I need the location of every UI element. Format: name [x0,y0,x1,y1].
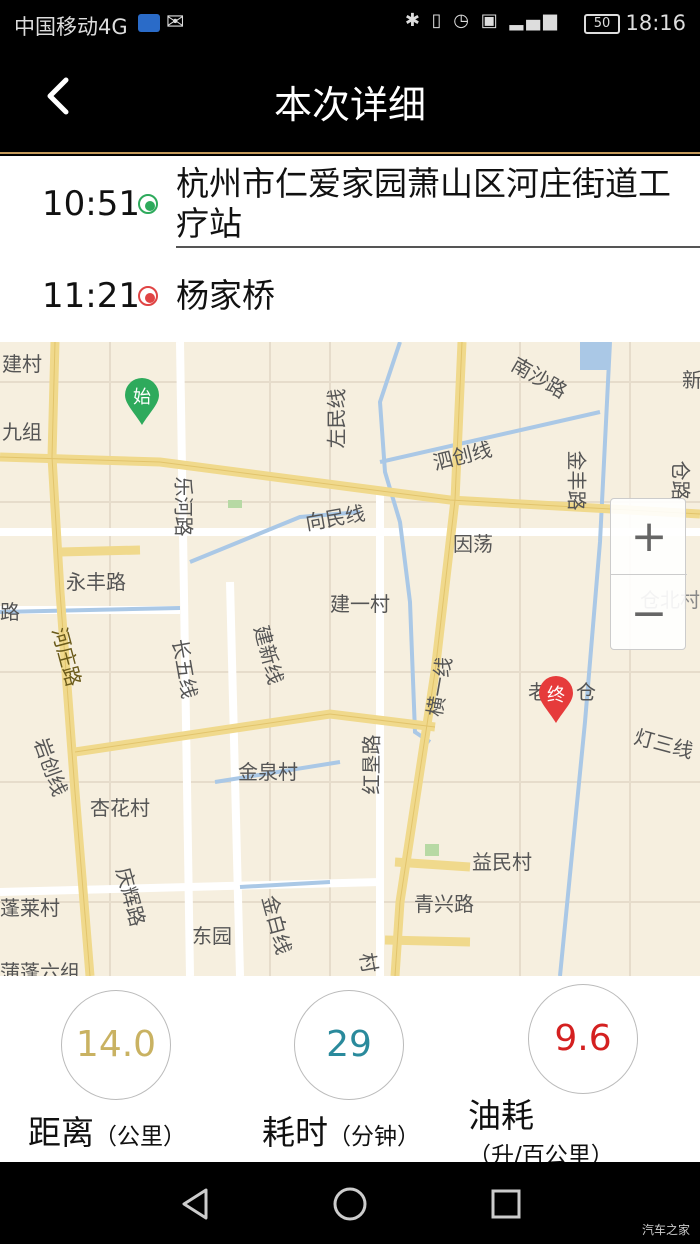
map-label: 金泉村 [238,760,298,784]
distance-label-text: 距离 [28,1113,94,1152]
map-label: 永丰路 [66,570,126,594]
start-time: 10:51 [42,184,140,224]
map-label: 建村 [2,352,42,376]
system-nav-bar: 汽车之家 [0,1162,700,1244]
map-label: 青兴路 [414,892,474,916]
status-bar: 中国移动4G ✉ ✱ ▯ ◷ ▣ ▂▄▆ 50 18:16 [0,0,700,48]
map-label: 蓬莱村 [0,896,60,920]
end-time: 11:21 [42,276,140,316]
distance-label: 距离（公里） [28,1106,186,1154]
distance-unit: （公里） [94,1124,186,1150]
start-marker-text: 始 [133,387,151,408]
duration-label-text: 耗时 [262,1113,328,1152]
start-place: 杭州市仁爱家园萧山区河庄街道工疗站 [176,164,671,243]
fuel-label-text: 油耗 [468,1096,534,1135]
map-label: 仓路 [668,460,693,501]
route-panel: 10:51 杭州市仁爱家园萧山区河庄街道工疗站 11:21 杨家桥 [0,156,700,342]
map-label: 蒲蓬六组 [0,960,80,976]
map-label: 杏花村 [90,796,150,820]
map-label: 新 [682,368,700,392]
map-label: 东园 [192,924,232,948]
app-badge-icon [138,14,160,32]
duration-value: 29 [294,990,404,1100]
duration-unit: （分钟） [328,1124,420,1150]
map-label: 建一村 [330,592,390,616]
map-label: 路 [0,600,20,624]
end-dot-icon [138,286,158,306]
zoom-in-button[interactable]: + [611,499,687,575]
map-view[interactable]: 建村 九组 南沙路 新 左民线 泗创线 乐河路 金丰路 仓路 向民线 因荡 永丰… [0,342,700,976]
zoom-control: + − [610,498,687,651]
map-label: 九组 [2,420,42,444]
start-marker-icon[interactable]: 始 [124,378,160,426]
map-label: 因荡 [453,532,493,556]
duration-label: 耗时（分钟） [262,1106,420,1154]
map-label: 金丰路 [564,450,589,511]
map-label: 乐河路 [171,476,196,537]
trip-stats: 14.0 距离（公里） 29 耗时（分钟） 9.6 油耗（升/百公里） [0,976,700,1169]
watermark: 汽车之家 [641,1223,690,1237]
carrier-label: 中国移动4G [14,15,128,39]
map-roads [0,342,700,976]
end-marker-icon[interactable]: 终 [538,676,574,724]
zoom-out-button[interactable]: − [611,575,687,651]
end-marker-text: 终 [547,685,565,706]
map-label: 仓 [576,680,596,704]
fuel-value: 9.6 [528,984,638,1094]
map-label: 红垦路 [359,734,384,795]
battery-icon: 50 [584,14,620,34]
distance-value: 14.0 [61,990,171,1100]
back-triangle-icon[interactable] [176,1184,216,1224]
recents-square-icon[interactable] [486,1184,526,1224]
home-circle-icon[interactable] [330,1184,370,1224]
map-label: 左民线 [324,388,349,449]
start-dot-icon [138,194,158,214]
status-icons: ✱ ▯ ◷ ▣ ▂▄▆ [404,10,560,31]
end-place: 杨家桥 [176,276,275,315]
page-title: 本次详细 [273,83,426,127]
wechat-icon: ✉ [166,10,185,35]
map-label: 益民村 [472,850,532,874]
clock: 18:16 [625,11,686,35]
title-bar: 本次详细 [0,48,700,154]
route-divider [176,246,700,248]
